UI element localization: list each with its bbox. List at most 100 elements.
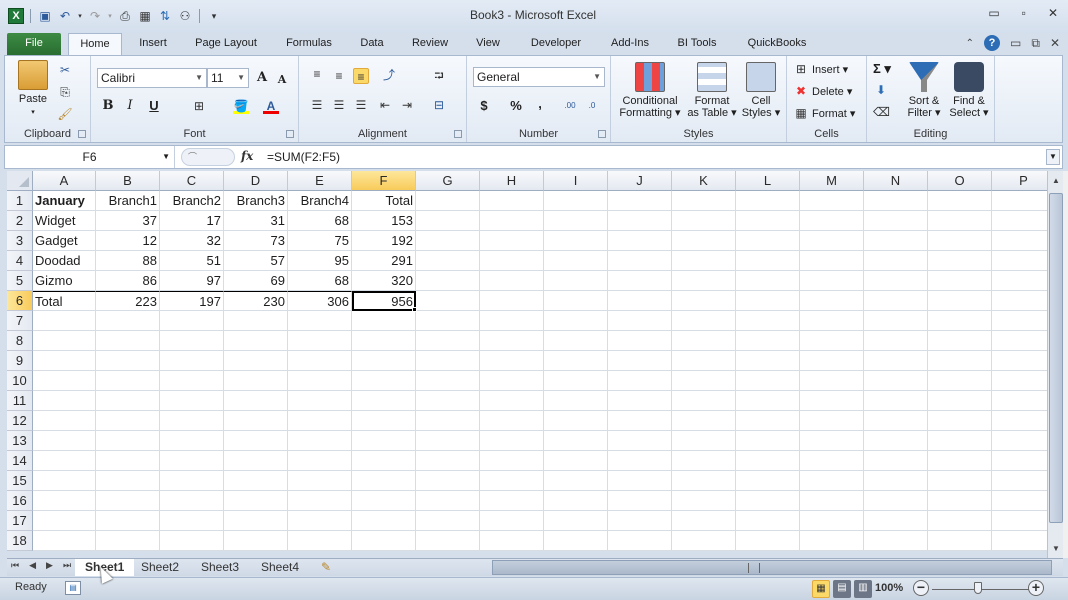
cell-l8[interactable] (736, 331, 800, 351)
shapes-icon[interactable]: ⚇ (177, 8, 193, 24)
cell-l4[interactable] (736, 251, 800, 271)
cell-e2[interactable]: 68 (288, 211, 352, 231)
cell-f18[interactable] (352, 531, 416, 551)
increase-decimal-button[interactable]: .00 (561, 97, 579, 115)
decrease-indent-icon[interactable]: ⇤ (377, 97, 393, 113)
cell-i5[interactable] (544, 271, 608, 291)
cell-c13[interactable] (160, 431, 224, 451)
cell-j17[interactable] (608, 511, 672, 531)
cell-p13[interactable] (992, 431, 1047, 451)
cell-m15[interactable] (800, 471, 864, 491)
cell-e6[interactable]: 306 (288, 291, 352, 311)
column-header-g[interactable]: G (416, 171, 480, 191)
record-macro-icon[interactable]: ▤ (65, 581, 81, 595)
cell-m2[interactable] (800, 211, 864, 231)
cell-g8[interactable] (416, 331, 480, 351)
cell-i6[interactable] (544, 291, 608, 311)
column-header-f[interactable]: F (352, 171, 416, 191)
cell-j18[interactable] (608, 531, 672, 551)
cell-d6[interactable]: 230 (224, 291, 288, 311)
cell-n7[interactable] (864, 311, 928, 331)
cell-f15[interactable] (352, 471, 416, 491)
insert-cells-button[interactable]: ⊞ Insert ▾ (793, 60, 848, 78)
cell-b17[interactable] (96, 511, 160, 531)
insert-sheet-icon[interactable]: ✎ (311, 559, 341, 576)
cell-g11[interactable] (416, 391, 480, 411)
cell-j7[interactable] (608, 311, 672, 331)
cell-l14[interactable] (736, 451, 800, 471)
cell-n2[interactable] (864, 211, 928, 231)
cell-o3[interactable] (928, 231, 992, 251)
cell-d10[interactable] (224, 371, 288, 391)
fill-icon[interactable]: ⬇ (873, 82, 889, 98)
cell-h15[interactable] (480, 471, 544, 491)
cell-k14[interactable] (672, 451, 736, 471)
cell-a9[interactable] (33, 351, 96, 371)
cell-i4[interactable] (544, 251, 608, 271)
cell-p12[interactable] (992, 411, 1047, 431)
delete-cells-button[interactable]: ✖ Delete ▾ (793, 82, 852, 100)
cell-j5[interactable] (608, 271, 672, 291)
row-header-9[interactable]: 9 (7, 351, 33, 371)
page-layout-view-icon[interactable]: ▤ (833, 580, 851, 598)
cell-m5[interactable] (800, 271, 864, 291)
cell-f17[interactable] (352, 511, 416, 531)
conditional-formatting-button[interactable]: Conditional Formatting ▾ (615, 62, 685, 119)
horizontal-scrollbar[interactable] (492, 560, 1052, 575)
cell-p4[interactable] (992, 251, 1047, 271)
tab-file[interactable]: File (7, 33, 61, 55)
cell-c16[interactable] (160, 491, 224, 511)
cell-b5[interactable]: 86 (96, 271, 160, 291)
cell-g12[interactable] (416, 411, 480, 431)
cell-l18[interactable] (736, 531, 800, 551)
help-icon[interactable]: ? (984, 35, 1001, 51)
cell-j8[interactable] (608, 331, 672, 351)
cell-k13[interactable] (672, 431, 736, 451)
font-name-combo[interactable]: Calibri ▼ (97, 68, 207, 88)
cell-o16[interactable] (928, 491, 992, 511)
cell-o7[interactable] (928, 311, 992, 331)
next-sheet-icon[interactable]: ▶ (46, 560, 53, 571)
row-header-16[interactable]: 16 (7, 491, 33, 511)
cell-o11[interactable] (928, 391, 992, 411)
cell-a3[interactable]: Gadget (33, 231, 96, 251)
cell-g2[interactable] (416, 211, 480, 231)
row-header-12[interactable]: 12 (7, 411, 33, 431)
name-box[interactable]: F6 ▼ (5, 146, 175, 168)
underline-button[interactable]: U (145, 97, 163, 115)
cell-k9[interactable] (672, 351, 736, 371)
cell-e11[interactable] (288, 391, 352, 411)
column-header-l[interactable]: L (736, 171, 800, 191)
row-header-3[interactable]: 3 (7, 231, 33, 251)
cell-g17[interactable] (416, 511, 480, 531)
cell-c15[interactable] (160, 471, 224, 491)
cell-a12[interactable] (33, 411, 96, 431)
column-header-n[interactable]: N (864, 171, 928, 191)
cell-m7[interactable] (800, 311, 864, 331)
undo-icon[interactable]: ↶ (57, 8, 73, 24)
cell-d18[interactable] (224, 531, 288, 551)
cell-i18[interactable] (544, 531, 608, 551)
cell-n3[interactable] (864, 231, 928, 251)
cell-m12[interactable] (800, 411, 864, 431)
tab-data[interactable]: Data (350, 33, 394, 55)
cell-b2[interactable]: 37 (96, 211, 160, 231)
formula-bar-expander[interactable]: ⌒ (181, 148, 235, 166)
cell-l9[interactable] (736, 351, 800, 371)
cell-k17[interactable] (672, 511, 736, 531)
cell-styles-button[interactable]: Cell Styles ▾ (739, 62, 783, 119)
cell-f10[interactable] (352, 371, 416, 391)
cell-m13[interactable] (800, 431, 864, 451)
cell-l12[interactable] (736, 411, 800, 431)
percent-button[interactable]: % (507, 97, 525, 115)
cell-m14[interactable] (800, 451, 864, 471)
cell-l1[interactable] (736, 191, 800, 211)
paste-button[interactable]: Paste ▾ (13, 60, 53, 119)
cell-n13[interactable] (864, 431, 928, 451)
cell-f5[interactable]: 320 (352, 271, 416, 291)
cell-h5[interactable] (480, 271, 544, 291)
decrease-decimal-button[interactable]: .0 (583, 97, 601, 115)
doc-restore-icon[interactable]: ⧉ (1031, 36, 1040, 51)
cell-b11[interactable] (96, 391, 160, 411)
cell-o18[interactable] (928, 531, 992, 551)
